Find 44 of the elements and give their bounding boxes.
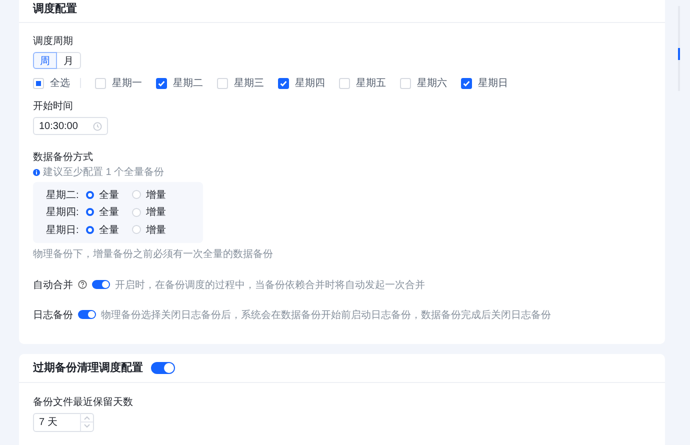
- time-field[interactable]: 10:30:00: [33, 117, 108, 135]
- field-label: 备份文件最近保留天数: [33, 396, 133, 408]
- number-field[interactable]: 7 天: [33, 412, 94, 432]
- checkbox-label: 星期四: [295, 76, 325, 90]
- checkbox-label: 星期一: [112, 76, 142, 90]
- setting-description: 开启时，在备份调度的过程中，当备份依赖合并时将自动发起一次合并: [115, 278, 425, 292]
- checkbox[interactable]: [461, 78, 472, 88]
- radio-label: 增量: [146, 224, 167, 237]
- field-label: 数据备份方式: [33, 151, 93, 164]
- clock-icon: [93, 122, 102, 130]
- hint-text: 物理备份下，增量备份之前必须有一次全量的数据备份: [33, 248, 273, 260]
- field-label: 开始时间: [33, 100, 73, 113]
- radio-label: 全量: [99, 188, 120, 202]
- radio-button[interactable]: [86, 208, 94, 216]
- radio-label: 全量: [99, 206, 120, 220]
- radio-button[interactable]: [86, 226, 94, 234]
- toggle-switch[interactable]: [78, 310, 96, 319]
- checkbox-label: 星期三: [234, 76, 264, 90]
- radio-button[interactable]: [86, 190, 94, 199]
- checkbox[interactable]: [156, 78, 167, 88]
- checkbox-label: 星期日: [478, 76, 508, 90]
- day-label: 星期日:: [46, 224, 80, 237]
- toggle-switch[interactable]: [151, 362, 175, 374]
- checkbox-label: 星期六: [417, 76, 447, 90]
- day-label: 星期四:: [46, 206, 80, 220]
- setting-label: 日志备份: [33, 308, 73, 322]
- checkbox-label: 星期五: [356, 76, 386, 90]
- info-icon: [33, 168, 40, 176]
- day-label: 星期二:: [46, 188, 80, 202]
- checkbox-label: 星期二: [173, 76, 203, 90]
- checkbox-label: 全选: [50, 76, 70, 90]
- checkbox[interactable]: [278, 78, 289, 88]
- radio-label: 增量: [146, 188, 167, 202]
- section-title: 调度配置: [33, 2, 77, 16]
- info-text: 建议至少配置 1 个全量备份: [43, 166, 164, 179]
- setting-label: 自动合并: [33, 278, 73, 292]
- field-label: 调度周期: [33, 35, 73, 48]
- segment-tab[interactable]: 周: [33, 52, 57, 69]
- radio-label: 增量: [146, 206, 167, 220]
- radio-label: 全量: [99, 224, 120, 237]
- segment-tab[interactable]: 月: [57, 52, 81, 69]
- toggle-switch[interactable]: [92, 280, 110, 289]
- section-title: 过期备份清理调度配置: [33, 360, 143, 375]
- setting-description: 物理备份选择关闭日志备份后，系统会在数据备份开始前启动日志备份，数据备份完成后关闭日志备份: [101, 308, 551, 322]
